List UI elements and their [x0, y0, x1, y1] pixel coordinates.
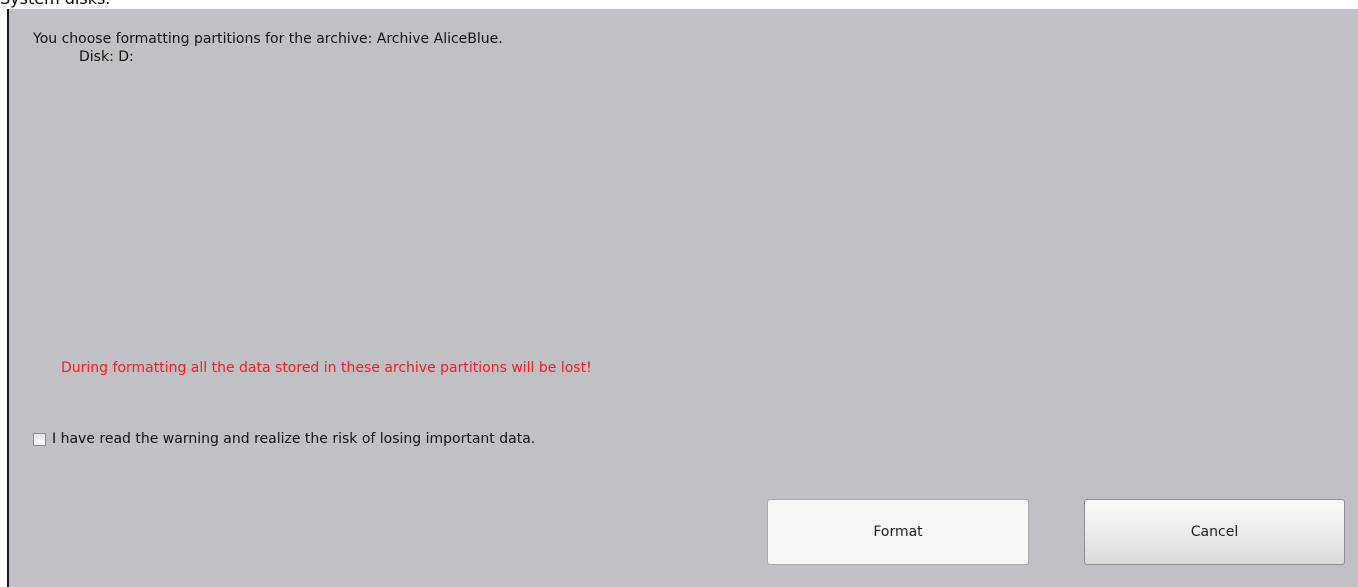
- data-loss-warning: During formatting all the data stored in…: [61, 360, 592, 376]
- cancel-button[interactable]: Cancel: [1084, 499, 1345, 565]
- format-button[interactable]: Format: [767, 499, 1029, 565]
- confirm-risk-label[interactable]: I have read the warning and realize the …: [52, 431, 535, 447]
- checkbox-unchecked-icon[interactable]: [33, 432, 46, 446]
- page: System disks. You choose formatting part…: [0, 0, 1358, 587]
- format-archive-dialog: You choose formatting partitions for the…: [7, 9, 1358, 587]
- archive-info-text: You choose formatting partitions for the…: [33, 31, 503, 47]
- confirm-risk-row[interactable]: I have read the warning and realize the …: [33, 429, 535, 449]
- top-caption: System disks.: [0, 0, 110, 8]
- disk-info-text: Disk: D:: [79, 49, 134, 65]
